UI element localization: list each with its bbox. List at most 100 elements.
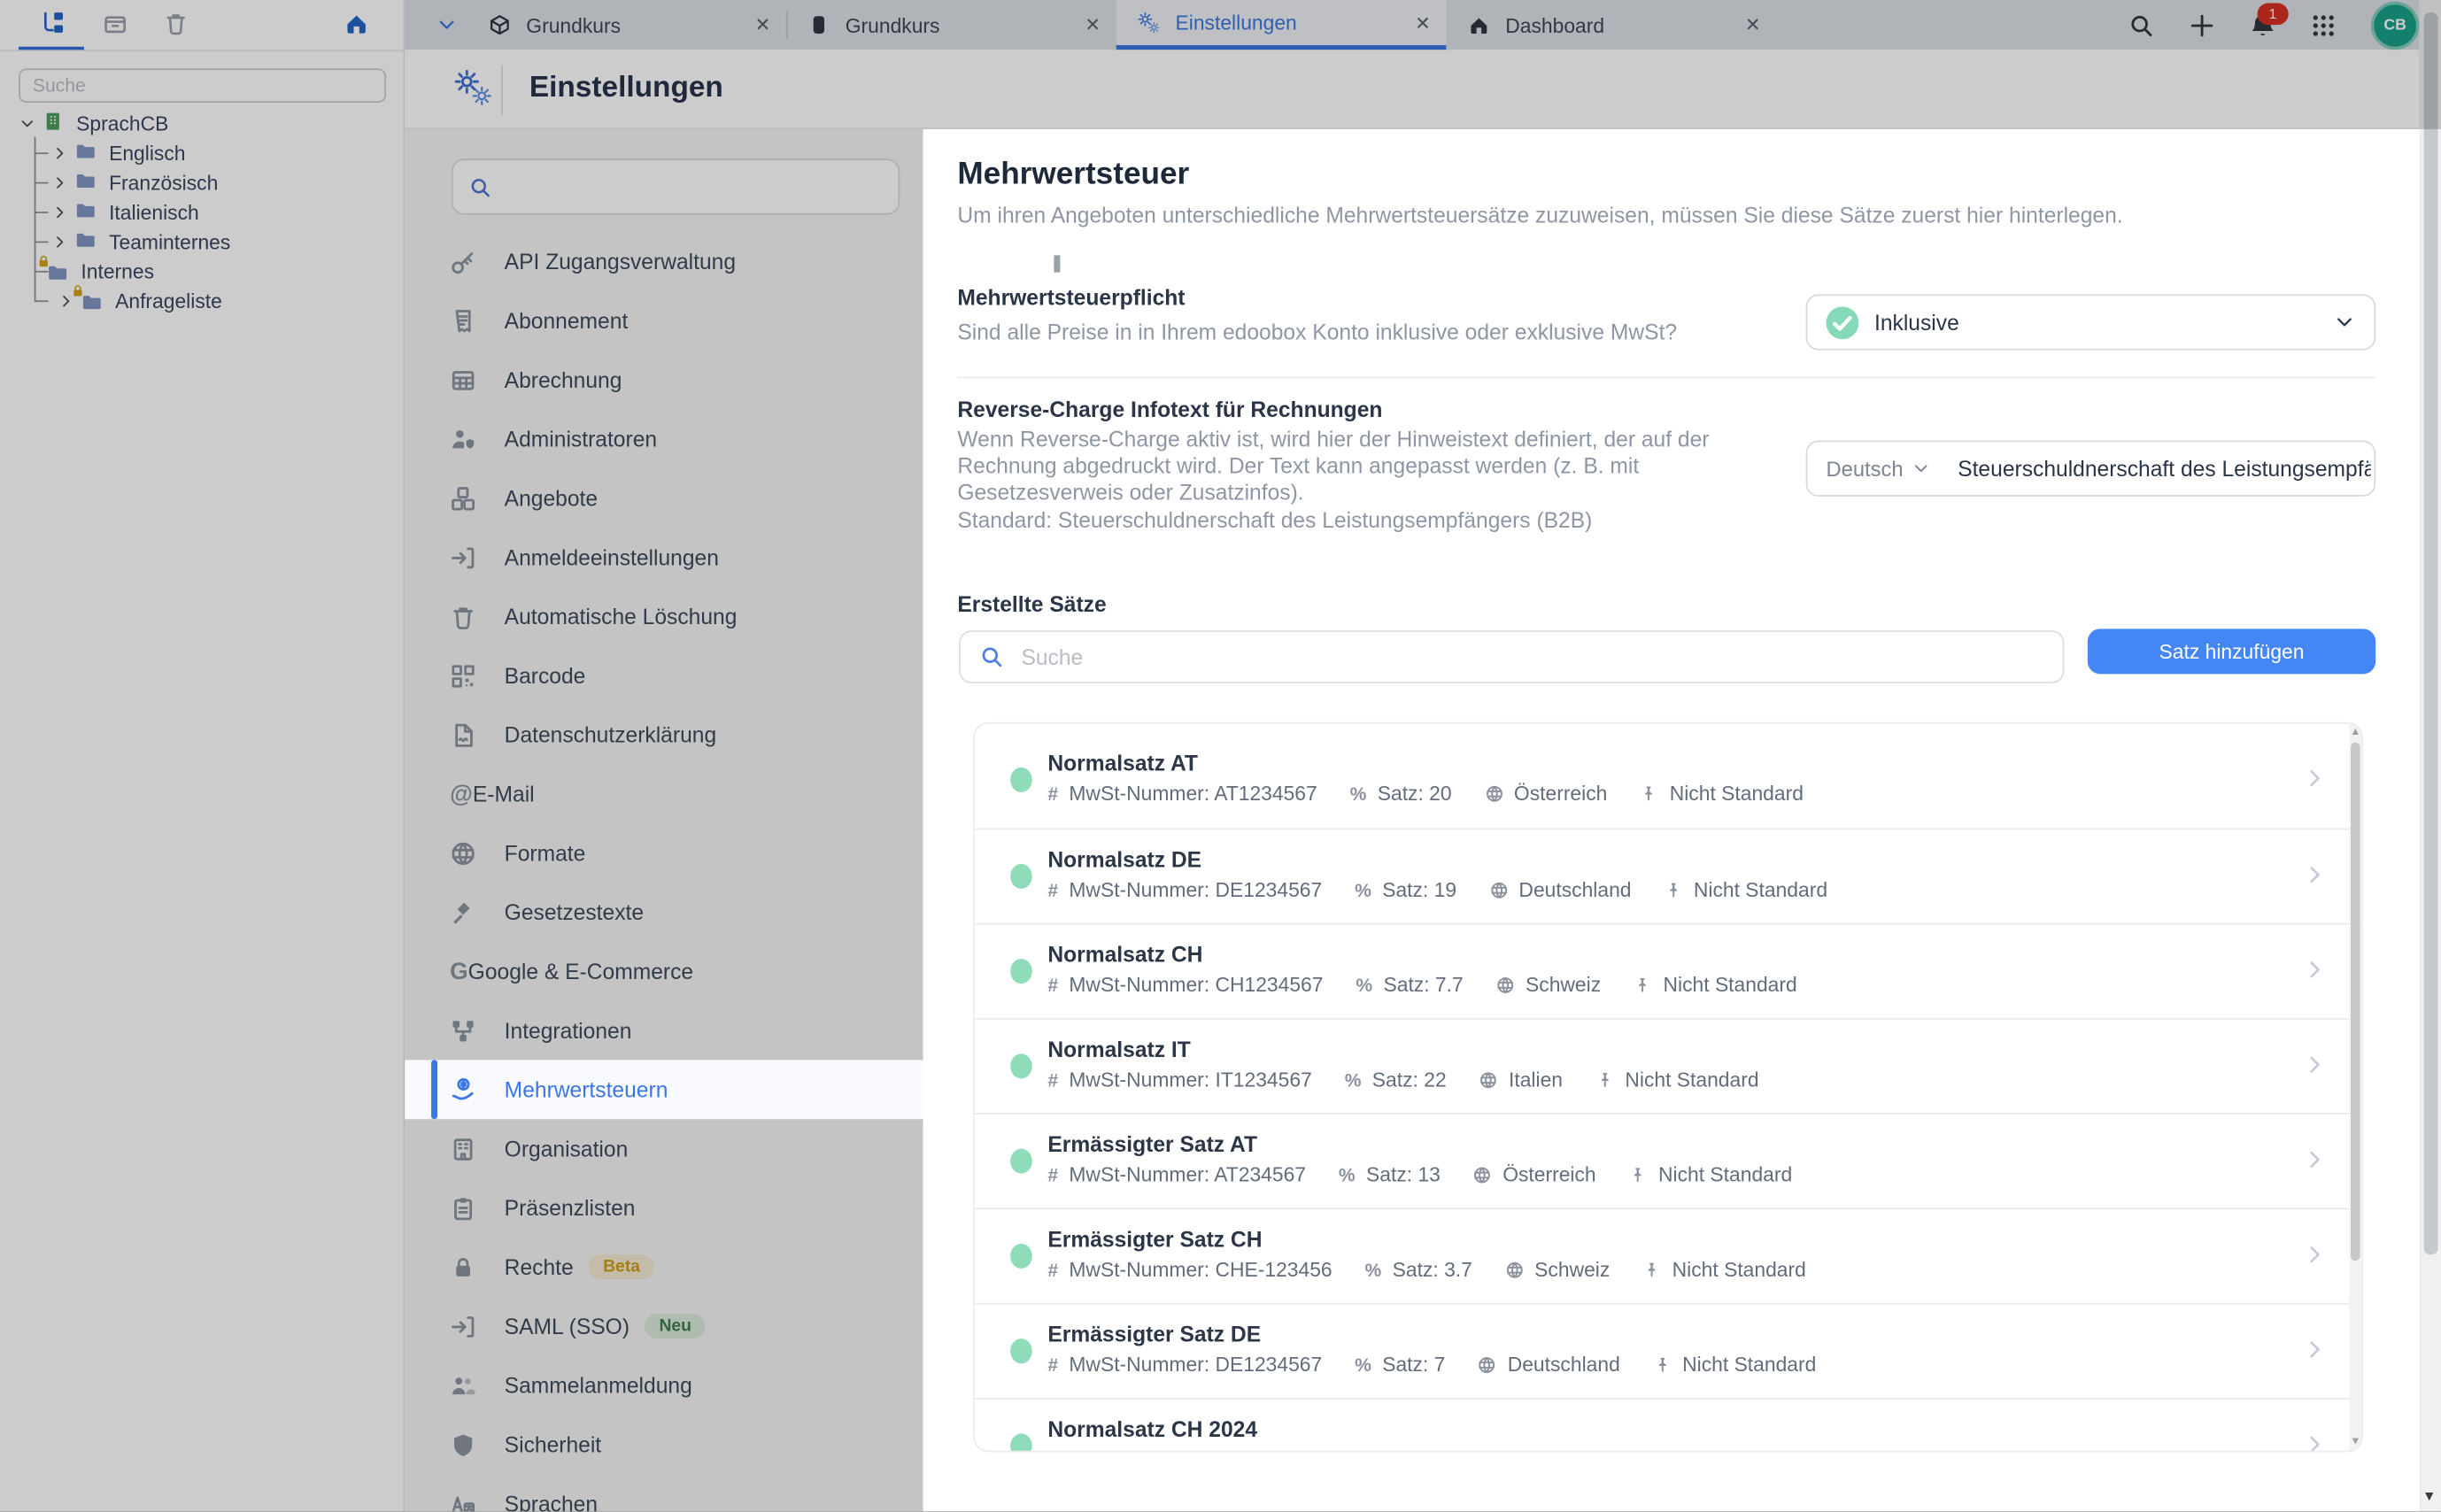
reverse-charge-input[interactable] <box>1955 454 2375 482</box>
sidebar-item-label: Integrationen <box>505 1018 632 1043</box>
chevron-right-icon[interactable] <box>2303 957 2328 982</box>
sidebar-item-organisation[interactable]: Organisation <box>405 1119 923 1178</box>
archive-icon[interactable] <box>103 11 127 35</box>
sidebar-item-rechte[interactable]: RechteBeta <box>405 1238 923 1297</box>
rate-row[interactable]: Normalsatz AT#MwSt-Nummer: AT1234567%Sat… <box>975 733 2362 828</box>
rate-meta: #MwSt-Nummer: AT1234567%Satz: 20Österrei… <box>1047 782 1825 805</box>
scroll-up-icon[interactable]: ▲ <box>2349 727 2361 737</box>
chevron-down-icon <box>19 115 35 132</box>
tab-grundkurs[interactable]: Grundkurs✕ <box>786 0 1116 50</box>
sidebar-item-barcode[interactable]: Barcode <box>405 646 923 706</box>
translate-icon <box>450 1491 484 1512</box>
search-icon[interactable] <box>2128 12 2155 38</box>
bell-icon[interactable]: 1 <box>2250 12 2276 38</box>
chevron-right-icon[interactable] <box>2303 862 2328 887</box>
status-dot <box>1010 959 1032 984</box>
sidebar-item-abonnement[interactable]: Abonnement <box>405 291 923 351</box>
sidebar-item-mehrwertsteuern[interactable]: Mehrwertsteuern <box>405 1060 923 1119</box>
rate-row[interactable]: Normalsatz IT#MwSt-Nummer: IT1234567%Sat… <box>975 1018 2362 1113</box>
sidebar-item-e-mail[interactable]: @E-Mail <box>405 764 923 823</box>
chevron-right-icon[interactable] <box>2303 1337 2328 1362</box>
sidebar-item-api-zugangsverwaltung[interactable]: API Zugangsverwaltung <box>405 232 923 291</box>
tab-close-icon[interactable]: ✕ <box>1415 12 1431 34</box>
tab-close-icon[interactable]: ✕ <box>1745 14 1761 36</box>
sidebar-item-label: Automatische Löschung <box>505 604 738 629</box>
sidebar-item-anmeldeeinstellungen[interactable]: Anmeldeeinstellungen <box>405 528 923 587</box>
tree-item-englisch[interactable]: Englisch <box>0 138 185 167</box>
chevron-right-icon[interactable] <box>2303 1147 2328 1172</box>
sidebar-item-angebote[interactable]: Angebote <box>405 468 923 528</box>
rate-value: Satz: 3.7 <box>1393 1258 1472 1281</box>
clipboard-icon <box>450 1194 484 1221</box>
sidebar-item-sammelanmeldung[interactable]: Sammelanmeldung <box>405 1355 923 1415</box>
pin-icon <box>1642 1260 1661 1278</box>
page-scrollbar[interactable]: ▼ <box>2419 0 2441 1511</box>
plus-icon[interactable] <box>2189 12 2215 38</box>
percent-icon: % <box>1365 1259 1382 1281</box>
chevron-right-icon[interactable] <box>2303 1432 2328 1453</box>
rate-meta: #MwSt-Nummer: CHE-123-456%Satz: 8.1Schwe… <box>1047 1447 1782 1452</box>
rate-row[interactable]: Normalsatz CH#MwSt-Nummer: CH1234567%Sat… <box>975 923 2362 1018</box>
add-rate-button[interactable]: Satz hinzufügen <box>2088 629 2375 674</box>
rate-row[interactable]: Ermässigter Satz DE#MwSt-Nummer: DE12345… <box>975 1303 2362 1398</box>
trash-icon[interactable] <box>164 11 189 35</box>
sidebar-item-administratoren[interactable]: Administratoren <box>405 409 923 468</box>
settings-search-input[interactable] <box>505 174 883 200</box>
vat-number: MwSt-Nummer: AT234567 <box>1069 1162 1306 1185</box>
sidebar-item-integrationen[interactable]: Integrationen <box>405 1001 923 1061</box>
percent-icon: % <box>1339 1163 1356 1185</box>
tree-item-sprachcb[interactable]: SprachCB <box>0 109 168 138</box>
tab-list-chevron-icon[interactable] <box>436 14 458 36</box>
tree-item-label: Internes <box>81 260 154 283</box>
sidebar-item-automatische-löschung[interactable]: Automatische Löschung <box>405 587 923 646</box>
sidebar-item-formate[interactable]: Formate <box>405 823 923 883</box>
building-icon <box>42 111 64 133</box>
rate-row[interactable]: Normalsatz CH 2024#MwSt-Nummer: CHE-123-… <box>975 1398 2362 1453</box>
tree-icon[interactable] <box>41 11 66 35</box>
tab-close-icon[interactable]: ✕ <box>1085 14 1101 36</box>
course-icon <box>808 14 830 36</box>
chevron-right-icon[interactable] <box>2303 1242 2328 1267</box>
sidebar-item-google-e-commerce[interactable]: GGoogle & E-Commerce <box>405 942 923 1001</box>
rate-row[interactable]: Ermässigter Satz AT#MwSt-Nummer: AT23456… <box>975 1113 2362 1207</box>
tree-search-input[interactable] <box>19 68 386 103</box>
home-icon[interactable] <box>344 11 369 35</box>
rate-row[interactable]: Ermässigter Satz CH#MwSt-Nummer: CHE-123… <box>975 1207 2362 1302</box>
sidebar-item-saml-sso-[interactable]: SAML (SSO)Neu <box>405 1297 923 1356</box>
rate-name: Normalsatz DE <box>1047 847 1201 872</box>
chevron-right-icon[interactable] <box>2303 766 2328 791</box>
tree-item-italienisch[interactable]: Italienisch <box>0 197 199 227</box>
scroll-down-icon[interactable]: ▼ <box>2422 1488 2437 1504</box>
pin-icon <box>1595 1070 1614 1089</box>
sidebar-item-label: E-Mail <box>473 782 535 806</box>
sidebar-item-label: Angebote <box>505 486 598 511</box>
vat-duty-description: Sind alle Preise in in Ihrem edoobox Kon… <box>957 319 1677 345</box>
tab-einstellungen[interactable]: Einstellungen✕ <box>1116 0 1447 50</box>
page-scrollbar-thumb[interactable] <box>2423 12 2437 1254</box>
chevron-right-icon[interactable] <box>2303 1053 2328 1077</box>
rate-row[interactable]: Normalsatz DE#MwSt-Nummer: DE1234567%Sat… <box>975 828 2362 922</box>
sidebar-item-abrechnung[interactable]: Abrechnung <box>405 351 923 410</box>
globe-icon <box>1489 880 1508 899</box>
avatar[interactable]: CB <box>2371 1 2420 50</box>
tab-grundkurs[interactable]: Grundkurs✕ <box>467 0 785 50</box>
sidebar-item-datenschutzerklärung[interactable]: Datenschutzerklärung <box>405 706 923 765</box>
sidebar-item-sprachen[interactable]: Sprachen <box>405 1474 923 1511</box>
vat-duty-select[interactable]: Inklusive <box>1806 294 2376 350</box>
apps-grid-icon[interactable] <box>2310 12 2337 38</box>
list-scrollbar[interactable]: ▲▼ <box>2349 724 2361 1451</box>
sidebar-item-label: Abrechnung <box>505 367 622 392</box>
sidebar-item-präsenzlisten[interactable]: Präsenzlisten <box>405 1178 923 1238</box>
language-select[interactable]: Deutsch <box>1826 457 1929 480</box>
tab-close-icon[interactable]: ✕ <box>755 14 771 36</box>
tree-item-französisch[interactable]: Französisch <box>0 168 218 197</box>
rate-name: Normalsatz IT <box>1047 1037 1190 1061</box>
sidebar-item-gesetzestexte[interactable]: Gesetzestexte <box>405 883 923 942</box>
rates-search-input[interactable] <box>1018 643 2044 671</box>
tree-item-anfrageliste[interactable]: Anfrageliste <box>0 287 222 316</box>
tab-dashboard[interactable]: Dashboard✕ <box>1446 0 1776 50</box>
vat-number: MwSt-Nummer: IT1234567 <box>1069 1068 1311 1091</box>
list-scrollbar-thumb[interactable] <box>2351 743 2360 1261</box>
sidebar-item-sicherheit[interactable]: Sicherheit <box>405 1415 923 1474</box>
scroll-down-icon[interactable]: ▼ <box>2349 1437 2361 1447</box>
